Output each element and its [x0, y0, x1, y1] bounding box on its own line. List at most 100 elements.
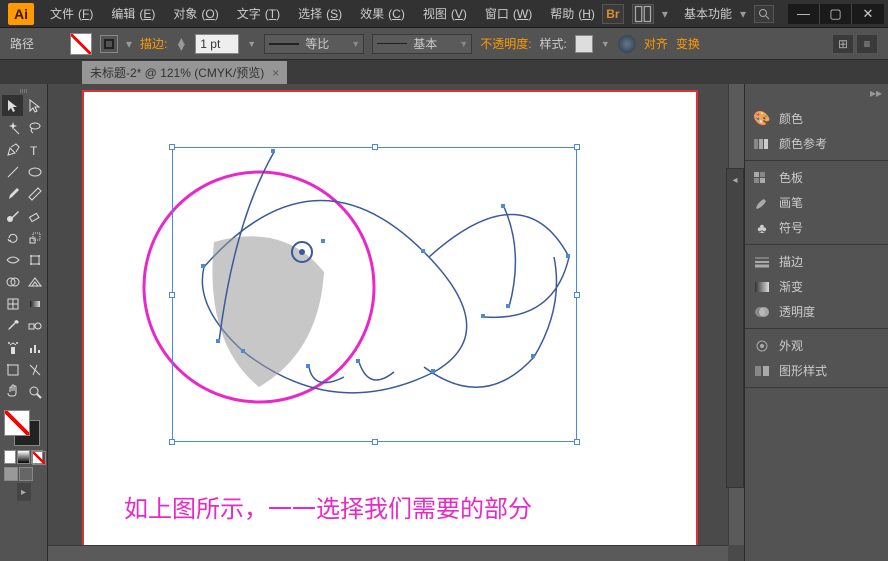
panel-menu-icon[interactable]: ≡ [856, 34, 878, 54]
context-label: 路径 [10, 35, 34, 52]
workspace-selector[interactable]: 基本功能 [684, 5, 732, 22]
gradient-tool[interactable] [24, 293, 45, 314]
menu-select[interactable]: 选择(S) [290, 3, 346, 24]
panel-color[interactable]: 🎨颜色 [745, 106, 888, 131]
palette-icon: 🎨 [753, 111, 771, 127]
bridge-button[interactable]: Br [602, 4, 624, 24]
screen-mode-full[interactable] [19, 467, 33, 481]
stroke-profile-dropdown[interactable]: 等比▼ [264, 34, 364, 54]
mesh-tool[interactable] [2, 293, 23, 314]
menu-view[interactable]: 视图(V) [415, 3, 471, 24]
canvas-area[interactable]: 如上图所示，一一选择我们需要的部分 [48, 84, 744, 561]
arrange-docs-button[interactable] [632, 4, 654, 24]
pencil-tool[interactable] [24, 183, 45, 204]
panel-transparency[interactable]: 透明度 [745, 299, 888, 324]
lasso-tool[interactable] [24, 117, 45, 138]
menu-window[interactable]: 窗口(W) [477, 3, 536, 24]
column-graph-tool[interactable] [24, 337, 45, 358]
gradient-mode-icon[interactable] [17, 450, 29, 464]
menu-object[interactable]: 对象(O) [165, 3, 222, 24]
eyedropper-tool[interactable] [2, 315, 23, 336]
gradient-icon [753, 279, 771, 295]
menu-type[interactable]: 文字(T) [229, 3, 284, 24]
panel-graphic-styles[interactable]: 图形样式 [745, 358, 888, 383]
style-swatch[interactable] [575, 35, 593, 53]
panel-gradient[interactable]: 渐变 [745, 274, 888, 299]
maximize-button[interactable]: ▢ [820, 4, 852, 24]
ellipse-tool[interactable] [24, 161, 45, 182]
zoom-tool[interactable] [24, 381, 45, 402]
line-tool[interactable] [2, 161, 23, 182]
transparency-icon [753, 304, 771, 320]
stroke-icon [753, 254, 771, 270]
options-bar: 路径 ▾ 描边: ▲▼ 1 pt ▼ 等比▼ 基本▼ 不透明度: 样式: ▼ 对… [0, 28, 888, 60]
symbols-icon: ♣ [753, 220, 771, 236]
slice-tool[interactable] [24, 359, 45, 380]
close-button[interactable]: ✕ [852, 4, 884, 24]
selection-bounding-box[interactable] [172, 147, 577, 442]
minimize-button[interactable]: — [788, 4, 820, 24]
menu-edit[interactable]: 编辑(E) [103, 3, 159, 24]
app-logo: Ai [8, 3, 34, 25]
recolor-icon[interactable] [618, 35, 636, 53]
search-icon[interactable] [754, 5, 774, 23]
paintbrush-tool[interactable] [2, 183, 23, 204]
align-label[interactable]: 对齐 [644, 35, 668, 52]
dock-strip[interactable]: ◂ [726, 168, 744, 488]
brush-def-dropdown[interactable]: 基本▼ [372, 34, 472, 54]
magic-wand-tool[interactable] [2, 117, 23, 138]
panel-swatches[interactable]: 色板 [745, 165, 888, 190]
perspective-grid-tool[interactable] [24, 271, 45, 292]
menu-help[interactable]: 帮助(H) [542, 3, 599, 24]
free-transform-tool[interactable] [24, 249, 45, 270]
color-mode-icon[interactable] [4, 450, 16, 464]
none-mode-icon[interactable] [31, 450, 43, 464]
pen-tool[interactable] [2, 139, 23, 160]
stroke-label[interactable]: 描边: [140, 35, 167, 52]
scale-tool[interactable] [24, 227, 45, 248]
title-bar: Ai 文件(F) 编辑(E) 对象(O) 文字(T) 选择(S) 效果(C) 视… [0, 0, 888, 28]
shape-builder-tool[interactable] [2, 271, 23, 292]
hand-tool[interactable] [2, 381, 23, 402]
brush-icon [753, 195, 771, 211]
horizontal-scrollbar[interactable] [48, 545, 728, 561]
tools-collapse-icon[interactable]: ▸ [17, 483, 31, 501]
panel-color-guide[interactable]: 颜色参考 [745, 131, 888, 156]
panel-symbols[interactable]: ♣符号 [745, 215, 888, 240]
stroke-swatch[interactable] [100, 35, 118, 53]
type-tool[interactable]: T [24, 139, 45, 160]
symbol-sprayer-tool[interactable] [2, 337, 23, 358]
tab-title: 未标题-2* @ 121% (CMYK/预览) [90, 64, 264, 81]
tab-close-icon[interactable]: × [272, 66, 279, 80]
artboard-tool[interactable] [2, 359, 23, 380]
rotate-tool[interactable] [2, 227, 23, 248]
annotation-text: 如上图所示，一一选择我们需要的部分 [124, 489, 532, 524]
svg-text:T: T [30, 144, 38, 158]
panel-toggle-icon[interactable]: ⊞ [832, 34, 854, 54]
panels-dock: ▸▸ 🎨颜色 颜色参考 色板 画笔 ♣符号 描边 渐变 透明度 外观 图形样式 [744, 84, 888, 561]
panel-brushes[interactable]: 画笔 [745, 190, 888, 215]
document-tab[interactable]: 未标题-2* @ 121% (CMYK/预览) × [82, 61, 287, 84]
color-guide-icon [753, 136, 771, 152]
width-tool[interactable] [2, 249, 23, 270]
menu-effect[interactable]: 效果(C) [352, 3, 409, 24]
panels-collapse-icon[interactable]: ▸▸ [745, 84, 888, 102]
blob-brush-tool[interactable] [2, 205, 23, 226]
opacity-label[interactable]: 不透明度: [480, 35, 531, 52]
stroke-weight-input[interactable]: 1 pt [195, 34, 239, 54]
selection-tool[interactable] [2, 95, 23, 116]
graphic-styles-icon [753, 363, 771, 379]
eraser-tool[interactable] [24, 205, 45, 226]
screen-mode-normal[interactable] [4, 467, 18, 481]
fill-stroke-control[interactable] [2, 408, 45, 448]
direct-selection-tool[interactable] [24, 95, 45, 116]
blend-tool[interactable] [24, 315, 45, 336]
panel-stroke[interactable]: 描边 [745, 249, 888, 274]
fill-swatch[interactable] [70, 33, 92, 55]
dock-expand-icon[interactable]: ◂ [728, 171, 742, 189]
swatches-icon [753, 170, 771, 186]
transform-label[interactable]: 变换 [676, 35, 700, 52]
menu-file[interactable]: 文件(F) [42, 3, 97, 24]
panel-appearance[interactable]: 外观 [745, 333, 888, 358]
main-menu: 文件(F) 编辑(E) 对象(O) 文字(T) 选择(S) 效果(C) 视图(V… [42, 3, 602, 24]
